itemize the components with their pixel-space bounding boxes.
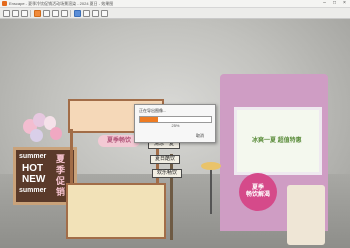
open-icon[interactable] bbox=[12, 10, 19, 17]
board-line: summer bbox=[19, 153, 47, 160]
cart-post bbox=[70, 129, 73, 185]
camera-icon[interactable] bbox=[43, 10, 50, 17]
video-icon[interactable] bbox=[52, 10, 59, 17]
settings-icon[interactable] bbox=[74, 10, 81, 17]
kiosk-logo-line: 夏季 bbox=[251, 185, 264, 191]
board-line: summer bbox=[19, 187, 47, 194]
direction-sign: 夏日酷饮 bbox=[150, 155, 180, 164]
kiosk-logo: 夏季 畅饮解渴 bbox=[239, 173, 277, 211]
window-title: Enscape - 夏季冷饮促销活动场景渲染 - 2024 夏日 - 效果图 bbox=[9, 1, 114, 6]
title-bar: Enscape - 夏季冷饮促销活动场景渲染 - 2024 夏日 - 效果图 –… bbox=[0, 0, 350, 8]
progress-bar-fill bbox=[140, 117, 158, 122]
toolbar-separator bbox=[70, 10, 71, 17]
board-line: NEW bbox=[22, 174, 46, 185]
dialog-title: 正在导出图像... bbox=[139, 108, 167, 113]
asset-library-icon[interactable] bbox=[83, 10, 90, 17]
stool-leg bbox=[210, 169, 212, 214]
cart-counter bbox=[66, 183, 166, 239]
balloon bbox=[50, 127, 62, 140]
toolbar bbox=[0, 8, 350, 19]
app-logo-icon bbox=[2, 1, 7, 6]
views-icon[interactable] bbox=[92, 10, 99, 17]
board-line: HOT bbox=[22, 163, 44, 174]
balloon bbox=[30, 129, 43, 142]
help-icon[interactable] bbox=[101, 10, 108, 17]
panorama-icon[interactable] bbox=[61, 10, 68, 17]
save-icon[interactable] bbox=[21, 10, 28, 17]
file-icon[interactable] bbox=[3, 10, 10, 17]
signpost bbox=[170, 154, 173, 240]
kiosk-display-text: 冰爽一夏 超值特惠 bbox=[252, 138, 302, 144]
minimize-button[interactable]: – bbox=[320, 0, 329, 7]
render-icon[interactable] bbox=[34, 10, 41, 17]
bar-stool bbox=[201, 162, 221, 170]
kiosk-logo-line: 畅饮解渴 bbox=[245, 192, 270, 198]
progress-bar bbox=[139, 116, 212, 123]
cancel-button[interactable]: 取消 bbox=[196, 133, 204, 139]
progress-percent-label: 25% bbox=[171, 123, 180, 128]
close-button[interactable]: × bbox=[340, 0, 349, 7]
board-side-char: 销 bbox=[56, 187, 66, 197]
export-progress-dialog: 正在导出图像... 25% 取消 bbox=[134, 104, 216, 143]
direction-sign: 欢乐畅饮 bbox=[152, 169, 182, 178]
toolbar-separator bbox=[30, 10, 31, 17]
maximize-button[interactable]: □ bbox=[330, 0, 339, 7]
display-pedestal bbox=[287, 185, 325, 245]
